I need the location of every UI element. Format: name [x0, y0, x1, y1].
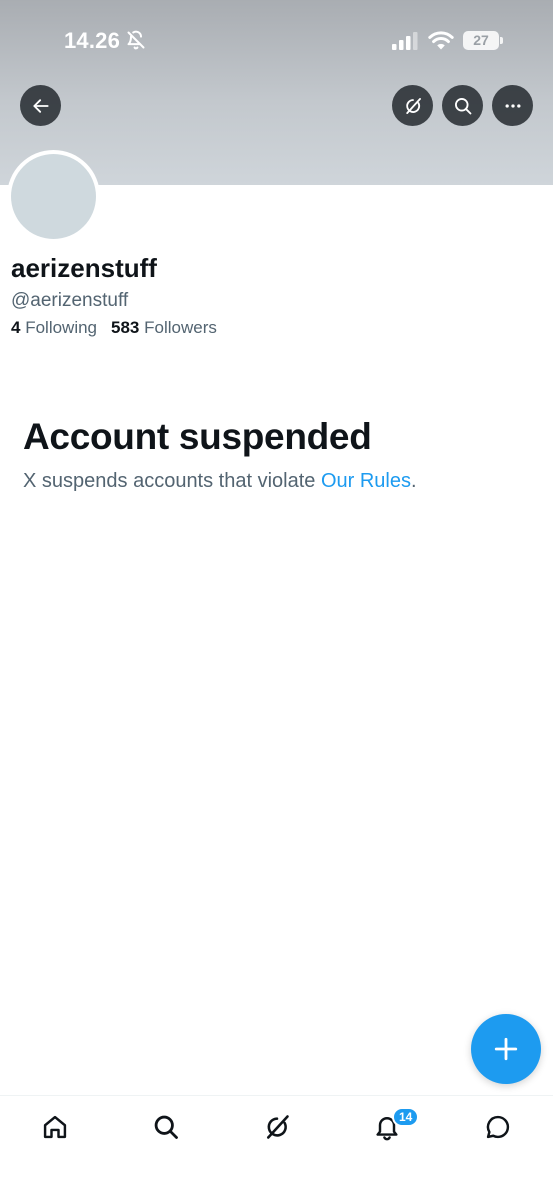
grok-icon: [405, 97, 421, 114]
following-link[interactable]: 4 Following: [11, 318, 97, 337]
tab-search[interactable]: [149, 1110, 183, 1144]
status-bar: 14.26 27: [0, 0, 553, 80]
followers-link[interactable]: 583 Followers: [111, 318, 217, 337]
battery-level: 27: [463, 31, 499, 50]
home-icon: [43, 1115, 67, 1139]
search-button[interactable]: [442, 85, 483, 126]
suspension-message-trailing: .: [411, 470, 417, 492]
back-button[interactable]: [20, 85, 61, 126]
status-time: 14.26: [64, 28, 121, 53]
suspension-message: X suspends accounts that violate Our Rul…: [23, 470, 417, 493]
followers-count: 583: [111, 318, 140, 337]
display-name: aerizenstuff: [11, 253, 157, 283]
avatar-placeholder: [11, 154, 96, 239]
avatar[interactable]: [7, 150, 100, 243]
grok-button[interactable]: [392, 85, 433, 126]
wifi-icon: [428, 31, 454, 50]
bottom-nav: 14: [0, 1095, 553, 1200]
suspension-title: Account suspended: [23, 416, 372, 457]
battery-icon: 27: [463, 31, 503, 50]
grok-icon: [266, 1115, 289, 1139]
arrow-left-icon: [32, 98, 49, 113]
follow-stats: 4 Following 583 Followers: [11, 318, 217, 338]
more-button[interactable]: [492, 85, 533, 126]
suspension-message-text: X suspends accounts that violate: [23, 470, 321, 492]
bell-off-icon: [127, 30, 145, 50]
battery-tip: [500, 37, 503, 44]
tab-grok[interactable]: [260, 1110, 294, 1144]
compose-button[interactable]: [471, 1014, 541, 1084]
following-count: 4: [11, 318, 21, 337]
search-icon: [454, 97, 471, 114]
more-horizontal-icon: [505, 103, 520, 108]
notification-badge: 14: [392, 1107, 420, 1127]
our-rules-link[interactable]: Our Rules: [321, 470, 411, 492]
tab-home[interactable]: [38, 1110, 72, 1144]
plus-icon: [494, 1037, 518, 1061]
followers-label: Followers: [144, 318, 217, 337]
user-handle: @aerizenstuff: [11, 290, 129, 311]
tab-messages[interactable]: [481, 1110, 515, 1144]
message-icon: [486, 1115, 510, 1139]
following-label: Following: [25, 318, 98, 337]
signal-icon: [392, 32, 418, 50]
search-icon: [154, 1115, 178, 1139]
